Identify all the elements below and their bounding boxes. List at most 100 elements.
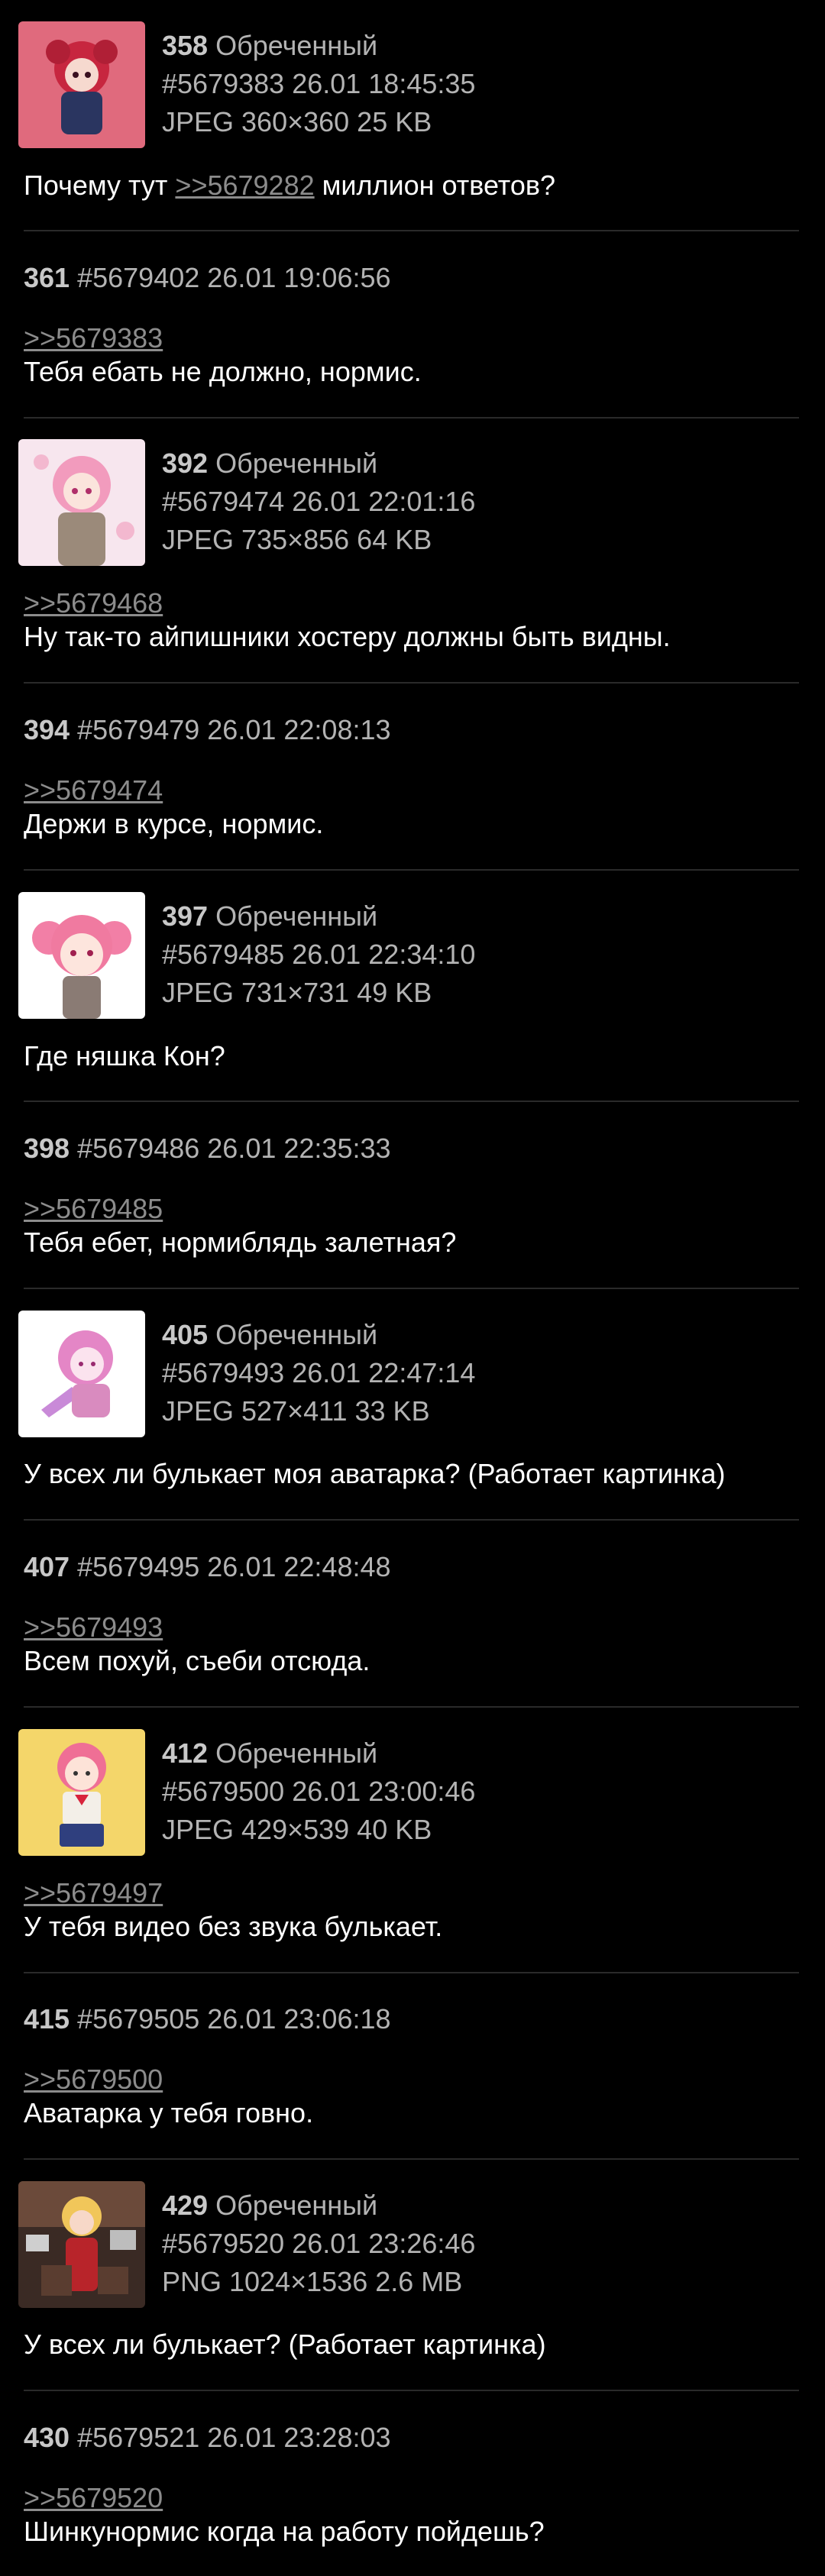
post-text: У тебя видео без звука булькает. [24,1911,443,1942]
reply-link[interactable]: >>5679383 [24,321,163,356]
post-datetime: 26.01 23:00:46 [292,1776,476,1807]
post-datetime: 26.01 18:45:35 [292,68,476,99]
post-id[interactable]: #5679479 [77,714,199,745]
post-id[interactable]: #5679383 [162,68,284,99]
post-number[interactable]: 415 [24,2003,70,2035]
post-divider [24,1972,799,1973]
post-number[interactable]: 412 [162,1737,208,1769]
post-thumbnail[interactable] [18,2181,145,2308]
post-thumbnail[interactable] [18,1311,145,1437]
post-thumbnail[interactable] [18,21,145,148]
post-id[interactable]: #5679493 [162,1357,284,1388]
post-meta: 405 Обреченный #5679493 26.01 22:47:14 J… [162,1316,475,1430]
post-divider [24,1101,799,1102]
post-meta: 392 Обреченный #5679474 26.01 22:01:16 J… [162,444,475,559]
post-datetime: 26.01 22:01:16 [292,486,476,517]
post-datetime: 26.01 23:26:46 [292,2228,476,2259]
post-meta: 361 #5679402 26.01 19:06:56 [24,259,391,297]
post-divider [24,417,799,419]
thread-feed: 358 Обреченный #5679383 26.01 18:45:35 J… [0,0,825,2576]
post-number[interactable]: 429 [162,2190,208,2221]
post-text: Шинкунормис когда на работу пойдешь? [24,2516,545,2547]
post-number[interactable]: 405 [162,1319,208,1350]
post-text: Тебя ебет, нормиблядь залетная? [24,1227,457,1258]
post-meta: 398 #5679486 26.01 22:35:33 [24,1130,391,1168]
post-id[interactable]: #5679474 [162,486,284,517]
file-info: JPEG 527×411 33 KB [162,1395,430,1427]
poster-name: Обреченный [215,1319,378,1350]
post-text: Аватарка у тебя говно. [24,2097,314,2128]
post-divider [24,1706,799,1708]
file-info: JPEG 360×360 25 KB [162,106,432,137]
reply-link[interactable]: >>5679497 [24,1876,163,1911]
post-datetime: 26.01 22:47:14 [292,1357,476,1388]
post-text: У всех ли булькает моя аватарка? (Работа… [24,1458,726,1489]
anime-girl-pink-hair-image [18,439,145,566]
post-id[interactable]: #5679500 [162,1776,284,1807]
post-thumbnail[interactable] [18,439,145,566]
post-datetime: 26.01 23:28:03 [207,2422,391,2453]
post-id[interactable]: #5679485 [162,939,284,970]
poster-name: Обреченный [215,448,378,479]
post-datetime: 26.01 22:48:48 [207,1551,391,1582]
poster-name: Обреченный [215,1737,378,1769]
post-divider [24,1288,799,1289]
post-thumbnail[interactable] [18,892,145,1019]
post-id[interactable]: #5679520 [162,2228,284,2259]
post-number[interactable]: 398 [24,1133,70,1164]
post-thumbnail[interactable] [18,1729,145,1856]
post-meta: 412 Обреченный #5679500 26.01 23:00:46 J… [162,1734,475,1849]
poster-name: Обреченный [215,2190,378,2221]
post-meta: 429 Обреченный #5679520 26.01 23:26:46 P… [162,2187,475,2301]
post-number[interactable]: 407 [24,1551,70,1582]
post-number[interactable]: 361 [24,262,70,293]
reply-link[interactable]: >>5679468 [24,586,163,621]
post-datetime: 26.01 19:06:56 [207,262,391,293]
post-meta: 430 #5679521 26.01 23:28:03 [24,2419,391,2457]
post-number[interactable]: 394 [24,714,70,745]
post-meta: 397 Обреченный #5679485 26.01 22:34:10 J… [162,897,475,1012]
post-divider [24,230,799,231]
poster-name: Обреченный [215,30,378,61]
post-meta: 358 Обреченный #5679383 26.01 18:45:35 J… [162,27,475,141]
anime-girl-pink-hair-image [18,892,145,1019]
post-divider [24,2390,799,2391]
post-datetime: 26.01 22:35:33 [207,1133,391,1164]
post-text: У всех ли булькает? (Работает картинка) [24,2329,546,2360]
post-id[interactable]: #5679505 [77,2003,199,2035]
anime-girl-sailor-uniform-image [18,1729,145,1856]
post-id[interactable]: #5679486 [77,1133,199,1164]
poster-name: Обреченный [215,900,378,932]
post-id[interactable]: #5679495 [77,1551,199,1582]
reply-link[interactable]: >>5679474 [24,773,163,808]
post-meta: 415 #5679505 26.01 23:06:18 [24,2000,391,2038]
post-number[interactable]: 392 [162,448,208,479]
reply-link[interactable]: >>5679493 [24,1610,163,1645]
anime-girl-blonde-red-dress-image [18,2181,145,2308]
reply-link[interactable]: >>5679485 [24,1191,163,1227]
post-divider [24,2158,799,2160]
file-info: JPEG 429×539 40 KB [162,1814,432,1845]
reply-link[interactable]: >>5679282 [175,170,314,201]
anime-girl-pink-hair-image [18,1311,145,1437]
post-number[interactable]: 397 [162,900,208,932]
post-divider [24,682,799,684]
post-datetime: 26.01 22:34:10 [292,939,476,970]
post-number[interactable]: 358 [162,30,208,61]
anime-girl-red-hair-image [18,21,145,148]
post-divider [24,1519,799,1521]
file-info: JPEG 735×856 64 KB [162,524,432,555]
post-meta: 394 #5679479 26.01 22:08:13 [24,711,391,749]
reply-link[interactable]: >>5679500 [24,2062,163,2097]
post-number[interactable]: 430 [24,2422,70,2453]
post-meta: 407 #5679495 26.01 22:48:48 [24,1548,391,1586]
post-divider [24,869,799,871]
post-text: Тебя ебать не должно, нормис. [24,356,422,387]
reply-link[interactable]: >>5679520 [24,2481,163,2516]
post-id[interactable]: #5679402 [77,262,199,293]
file-info: PNG 1024×1536 2.6 MB [162,2266,463,2297]
post-text: Где няшка Кон? [24,1040,225,1071]
post-id[interactable]: #5679521 [77,2422,199,2453]
post-text: Ну так-то айпишники хостеру должны быть … [24,621,671,652]
file-info: JPEG 731×731 49 KB [162,977,432,1008]
